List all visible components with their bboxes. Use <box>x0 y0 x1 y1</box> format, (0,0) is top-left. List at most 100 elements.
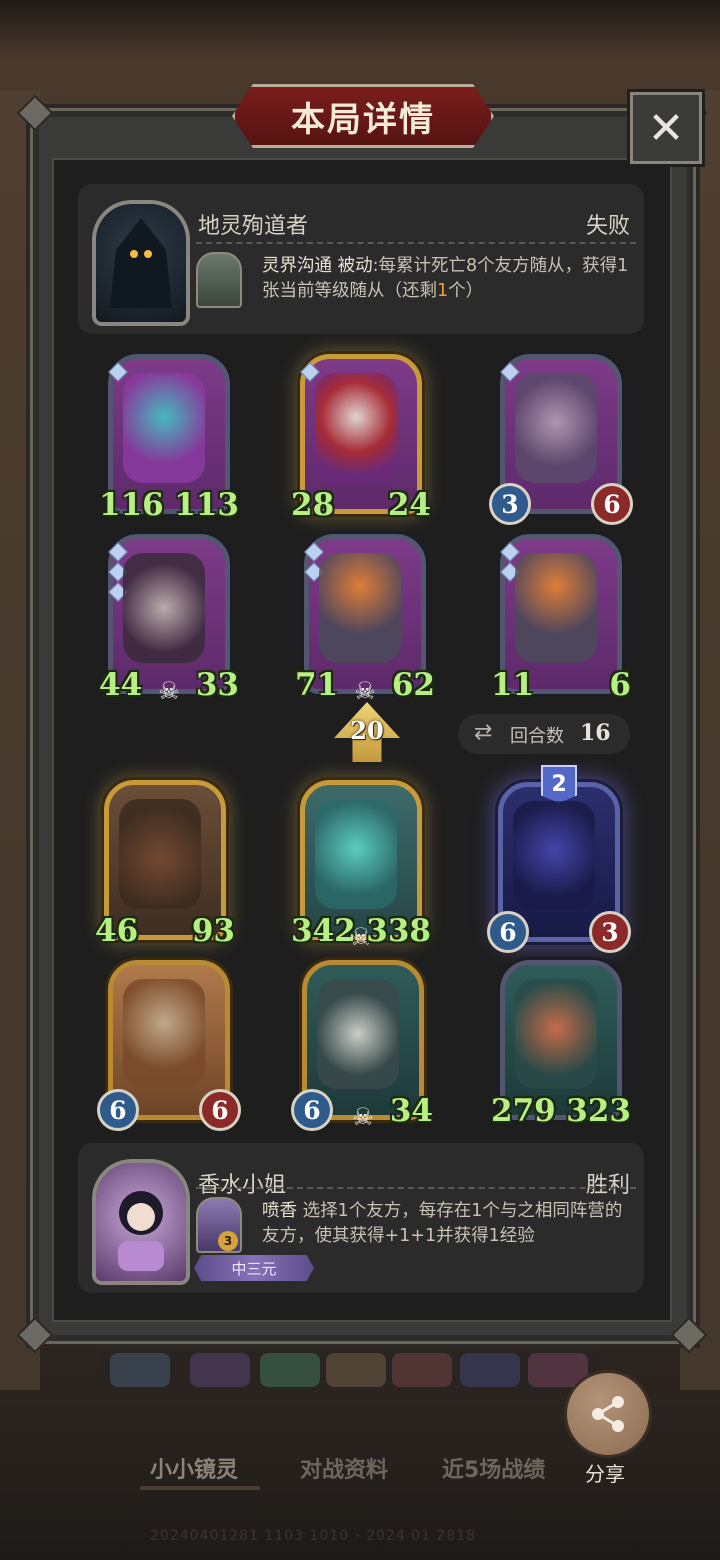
flame-beast-art-icon <box>515 553 597 663</box>
jester-art-icon <box>315 373 397 483</box>
upgrade-pips <box>500 362 520 385</box>
hero-power-icon[interactable] <box>196 252 242 308</box>
attack-value: 6 <box>97 1089 139 1131</box>
skull-icon: ☠ <box>158 677 180 705</box>
health-value: 62 <box>391 667 435 703</box>
player-minion-2[interactable]: 342 ☠ 338 <box>291 780 431 951</box>
bulldog-art-icon <box>317 979 399 1089</box>
player-result: 胜利 <box>585 1173 630 1198</box>
knight-ghost-art-icon <box>315 799 397 909</box>
tab-recent-matches[interactable]: 近5场战绩 <box>442 1452 545 1484</box>
cosmic-stag-art-icon <box>513 801 595 911</box>
attack-value: 6 <box>291 1089 333 1131</box>
level-value: 20 <box>350 716 384 745</box>
health-value: 24 <box>387 487 431 523</box>
opponent-name: 地灵殉道者 <box>198 214 309 239</box>
round-counter: ⇄ 回合数 16 <box>458 714 630 754</box>
skill-type: 被动 <box>337 256 373 276</box>
health-value: 323 <box>566 1093 631 1129</box>
attack-value: 44 <box>99 667 143 703</box>
airship-art-icon <box>123 979 205 1089</box>
opponent-skill-text: 灵界沟通 被动:每累计死亡8个友方随从，获得1张当前等级随从（还剩1个） <box>262 254 634 304</box>
upgrade-pips <box>108 362 128 385</box>
serpent-art-icon <box>123 373 205 483</box>
player-minion-5[interactable]: 6 ☠ 34 <box>291 960 433 1131</box>
skill-desc-end: 个） <box>448 281 484 301</box>
skill-desc: 选择1个友方，每存在1个与之相同阵营的友方，使其获得+1+1并获得1经验 <box>262 1201 623 1246</box>
player-name: 香水小姐 <box>198 1173 287 1198</box>
health-value: 113 <box>174 487 239 523</box>
health-value: 6 <box>591 483 633 525</box>
attack-value: 71 <box>295 667 339 703</box>
skill-name: 灵界沟通 <box>262 256 332 276</box>
player-minion-1[interactable]: 46 93 <box>95 780 235 949</box>
hedgehog-art-icon <box>123 553 205 663</box>
opponent-info: 地灵殉道者 失败 灵界沟通 被动:每累计死亡8个友方随从，获得1张当前等级随从（… <box>78 184 644 334</box>
boar-art-icon <box>119 799 201 909</box>
thumbnail <box>190 1353 250 1387</box>
player-minion-4[interactable]: 6 6 <box>97 960 241 1131</box>
divider <box>196 242 636 244</box>
page-title: 本局详情 <box>291 99 435 140</box>
flame-beast-art-icon <box>319 553 401 663</box>
tab-mirror-spirit[interactable]: 小小镜灵 <box>150 1452 238 1484</box>
upgrade-pips <box>300 362 320 385</box>
thumbnail <box>110 1353 170 1387</box>
player-info: 香水小姐 胜利 3 喷香 选择1个友方，每存在1个与之相同阵营的友方，使其获得+… <box>78 1143 644 1293</box>
player-avatar[interactable] <box>92 1159 190 1285</box>
attack-value: 342 <box>291 913 356 949</box>
swap-icon: ⇄ <box>474 720 493 745</box>
thumbnail <box>326 1353 386 1387</box>
opponent-minion-3[interactable]: 3 6 <box>489 354 633 525</box>
player-tag-badge: 中三元 <box>194 1255 314 1281</box>
health-value: 6 <box>609 667 631 703</box>
tab-underline <box>140 1486 260 1490</box>
attack-value: 46 <box>95 913 139 949</box>
share-label: 分享 <box>585 1462 625 1486</box>
share-button[interactable] <box>564 1370 652 1458</box>
round-label: 回合数 <box>510 726 564 747</box>
thumbnail <box>392 1353 452 1387</box>
divider <box>196 1187 636 1189</box>
player-minion-6[interactable]: 279 323 <box>491 960 631 1129</box>
skull-icon: ☠ <box>352 1103 374 1131</box>
health-value: 33 <box>195 667 239 703</box>
opponent-minion-6[interactable]: 11 6 <box>491 534 631 703</box>
player-minion-3[interactable]: 2 6 3 <box>487 765 631 953</box>
siren-art-icon <box>515 979 597 1089</box>
thumbnail <box>260 1353 320 1387</box>
opponent-minion-2[interactable]: 28 24 <box>291 354 431 523</box>
attack-value: 116 <box>99 487 164 523</box>
close-icon: ✕ <box>647 102 685 154</box>
octopus-art-icon <box>515 373 597 483</box>
skill-name: 喷香 <box>262 1201 297 1221</box>
opponent-minion-4[interactable]: 44 ☠ 33 <box>99 534 239 705</box>
title-plate: 本局详情 <box>232 84 494 148</box>
attack-value: 279 <box>491 1093 556 1129</box>
health-value: 6 <box>199 1089 241 1131</box>
round-value: 16 <box>580 720 611 746</box>
attack-value: 28 <box>291 487 335 523</box>
opponent-minion-5[interactable]: 71 ☠ 62 <box>295 534 435 705</box>
attack-value: 3 <box>489 483 531 525</box>
skill-remaining: 1 <box>437 281 449 301</box>
health-value: 338 <box>366 913 431 949</box>
opponent-avatar[interactable] <box>92 200 190 326</box>
health-value: 3 <box>589 911 631 953</box>
footer-id-text: 20240401281 1103 1010 - 2024 01 2818 <box>150 1528 477 1544</box>
history-thumbnail-strip <box>100 1345 600 1393</box>
hero-level-badge: 3 <box>218 1231 238 1251</box>
share-icon <box>592 1396 624 1432</box>
perfume-lady-icon <box>118 1191 164 1271</box>
health-value: 34 <box>389 1093 433 1129</box>
player-skill-text: 喷香 选择1个友方，每存在1个与之相同阵营的友方，使其获得+1+1并获得1经验 <box>262 1199 634 1249</box>
opponent-minion-1[interactable]: 116 113 <box>99 354 239 523</box>
thumbnail <box>460 1353 520 1387</box>
skull-icon: ☠ <box>354 677 376 705</box>
opponent-result: 失败 <box>585 214 630 239</box>
attack-value: 6 <box>487 911 529 953</box>
tier-badge: 2 <box>541 765 577 803</box>
close-button[interactable]: ✕ <box>630 92 702 164</box>
hooded-figure-icon <box>110 218 172 308</box>
tab-battle-info[interactable]: 对战资料 <box>300 1452 388 1484</box>
